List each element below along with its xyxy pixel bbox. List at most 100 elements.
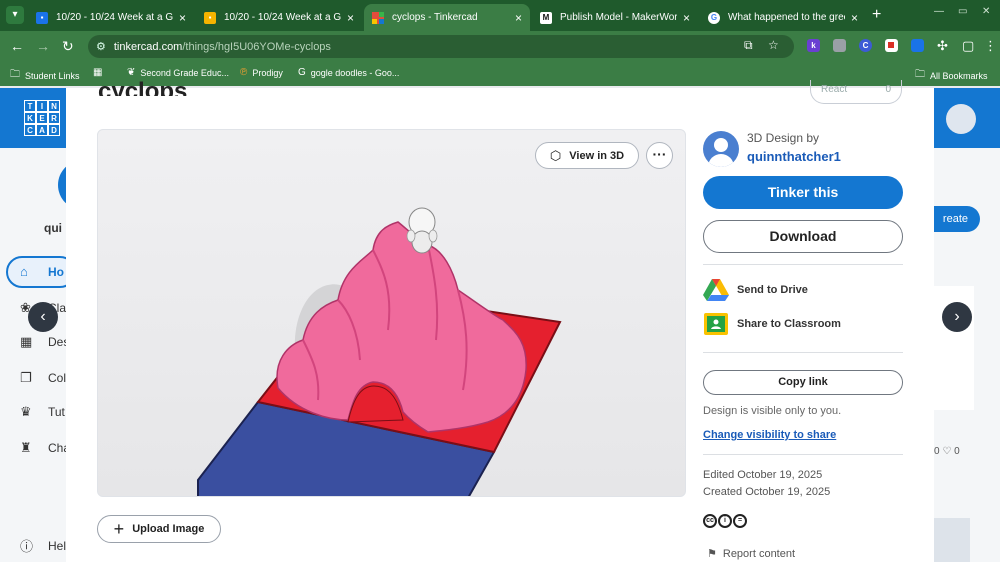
share-to-classroom-button[interactable]: Share to Classroom	[703, 312, 841, 336]
cast-icon[interactable]: ⧉	[744, 38, 753, 53]
report-content-label: Report content	[722, 547, 796, 560]
sidebar-label: Ho	[48, 264, 64, 279]
cc-by-icon: i	[718, 514, 732, 528]
bookmark-gogle-doodles[interactable]: G gogle doodles - Goo...	[298, 67, 399, 78]
tinker-this-button[interactable]: Tinker this	[703, 176, 903, 209]
tinkercad-logo[interactable]: T I N K E R C A D	[24, 100, 60, 136]
tab-close-icon[interactable]: ×	[347, 11, 354, 25]
sidebar-item-tutorials: ♛ Tut	[20, 404, 65, 420]
license-icons[interactable]: cc i =	[703, 514, 748, 528]
bird-icon: ❦	[127, 67, 136, 78]
tab-search-chevron-icon[interactable]: ▾	[6, 6, 24, 24]
author-name-link[interactable]: quinnthatcher1	[747, 149, 841, 164]
logo-letter: T	[24, 100, 36, 112]
tab-close-icon[interactable]: ×	[515, 11, 522, 25]
bookmark-apps[interactable]: ▦	[93, 67, 107, 78]
folder-icon: 🗀	[10, 69, 20, 80]
carousel-prev-button[interactable]: ‹	[28, 302, 58, 332]
page-title: cyclops	[98, 80, 188, 96]
makerworld-favicon-icon: M	[540, 11, 552, 24]
send-to-drive-button[interactable]: Send to Drive	[703, 278, 808, 302]
tab-title: 10/20 - 10/24 Week at a Glan	[224, 12, 341, 23]
help-icon: ⓘ	[20, 539, 34, 554]
background-username: qui	[44, 221, 62, 235]
slides-favicon-icon: ▪	[204, 11, 216, 24]
pink-mountain	[276, 221, 527, 433]
menu-kebab-icon[interactable]: ⋮	[984, 38, 997, 54]
extension-k-icon[interactable]: k	[807, 39, 820, 52]
upload-image-button[interactable]: + Upload Image	[97, 515, 221, 543]
tab-close-icon[interactable]: ×	[683, 11, 690, 25]
tab-week-at-a-glance-1[interactable]: ▪ 10/20 - 10/24 Week at a Glan ×	[28, 4, 194, 31]
bookmark-second-grade[interactable]: ❦ Second Grade Educ...	[127, 67, 229, 78]
report-content-link[interactable]: ⚑ Report content	[707, 547, 796, 561]
logo-letter: K	[24, 112, 36, 124]
logo-letter: I	[36, 100, 48, 112]
background-likes: 0 ♡ 0	[934, 446, 960, 457]
carousel-next-button[interactable]: ›	[942, 302, 972, 332]
download-button[interactable]: Download	[703, 220, 903, 253]
google-icon: G	[298, 67, 306, 78]
tab-title: What happened to the green	[728, 12, 845, 23]
bookmark-prodigy[interactable]: ℗ Prodigy	[240, 67, 283, 78]
back-arrow-icon[interactable]: ←	[10, 38, 24, 54]
tinkercad-favicon-icon	[372, 11, 384, 24]
tab-close-icon[interactable]: ×	[179, 11, 186, 25]
tab-title: cyclops - Tinkercad	[392, 12, 478, 23]
tab-google-search[interactable]: G What happened to the green ×	[700, 4, 866, 31]
send-to-drive-label: Send to Drive	[737, 284, 808, 296]
tab-makerworld[interactable]: M Publish Model - MakerWorld ×	[532, 4, 698, 31]
reload-icon[interactable]: ↻	[62, 38, 74, 55]
bookmark-student-links[interactable]: 🗀 Student Links	[10, 67, 80, 84]
extensions-puzzle-icon[interactable]: ✣	[937, 38, 948, 54]
logo-letter: D	[48, 124, 60, 136]
site-info-icon[interactable]: ⚙	[96, 40, 106, 53]
tab-week-at-a-glance-2[interactable]: ▪ 10/20 - 10/24 Week at a Glan ×	[196, 4, 362, 31]
google-classroom-icon	[704, 313, 728, 335]
sidebar-item-home: ⌂ Ho	[20, 264, 64, 279]
tab-cyclops-tinkercad[interactable]: cyclops - Tinkercad ×	[364, 4, 530, 31]
author-label: 3D Design by	[747, 131, 820, 145]
more-options-button[interactable]: ···	[646, 142, 673, 169]
new-tab-button[interactable]: +	[872, 6, 881, 24]
extension-grid-icon[interactable]	[885, 39, 898, 52]
profile-box-icon[interactable]: ▢	[962, 38, 974, 54]
flag-icon: ⚑	[707, 548, 717, 560]
divider	[703, 264, 903, 265]
plus-icon: +	[113, 518, 125, 539]
tab-close-icon[interactable]: ×	[851, 11, 858, 25]
maximize-icon[interactable]: ▭	[958, 6, 967, 17]
trophy-icon: ♜	[20, 440, 32, 455]
grid-icon: ▦	[20, 334, 33, 349]
classroom-favicon-icon: ▪	[36, 11, 48, 24]
extension-c-icon[interactable]: C	[859, 39, 872, 52]
extension-screen-icon[interactable]	[911, 39, 924, 52]
url-host: tinkercad.com	[113, 40, 183, 53]
prodigy-icon: ℗	[240, 67, 248, 78]
react-button[interactable]: React 0	[810, 80, 902, 104]
edited-date: Edited October 19, 2025	[703, 469, 823, 481]
bookmark-label: Prodigy	[252, 67, 283, 78]
sidebar-label: Tut	[48, 405, 65, 419]
graduation-cap-icon: ♛	[20, 404, 32, 419]
apps-grid-icon: ▦	[93, 67, 103, 78]
browser-tab-strip: ▾ ▪ 10/20 - 10/24 Week at a Glan × ▪ 10/…	[0, 0, 1000, 31]
copy-link-button[interactable]: Copy link	[703, 370, 903, 395]
header-avatar[interactable]	[946, 104, 976, 134]
extension-copy-icon[interactable]	[833, 39, 846, 52]
author-avatar[interactable]	[703, 131, 739, 167]
close-window-icon[interactable]: ✕	[982, 6, 990, 17]
browser-toolbar: ← → ↻ ⚙ tinkercad.com /things/hgI5U06YOM…	[0, 31, 1000, 62]
change-visibility-link[interactable]: Change visibility to share	[703, 429, 836, 441]
minimize-icon[interactable]: —	[934, 6, 944, 17]
bookmark-label: Student Links	[25, 70, 80, 81]
sidebar-item-help: ⓘ Hel	[20, 536, 66, 555]
bookmark-label: All Bookmarks	[930, 70, 988, 81]
forward-arrow-icon[interactable]: →	[36, 38, 50, 54]
bookmark-star-icon[interactable]: ☆	[768, 38, 779, 52]
logo-letter: R	[48, 112, 60, 124]
address-bar[interactable]: ⚙ tinkercad.com /things/hgI5U06YOMe-cycl…	[88, 35, 794, 58]
view-in-3d-button[interactable]: ⬡ View in 3D	[535, 142, 639, 169]
model-preview[interactable]: ⬡ View in 3D ···	[97, 129, 686, 497]
all-bookmarks[interactable]: 🗀 All Bookmarks	[915, 67, 988, 84]
